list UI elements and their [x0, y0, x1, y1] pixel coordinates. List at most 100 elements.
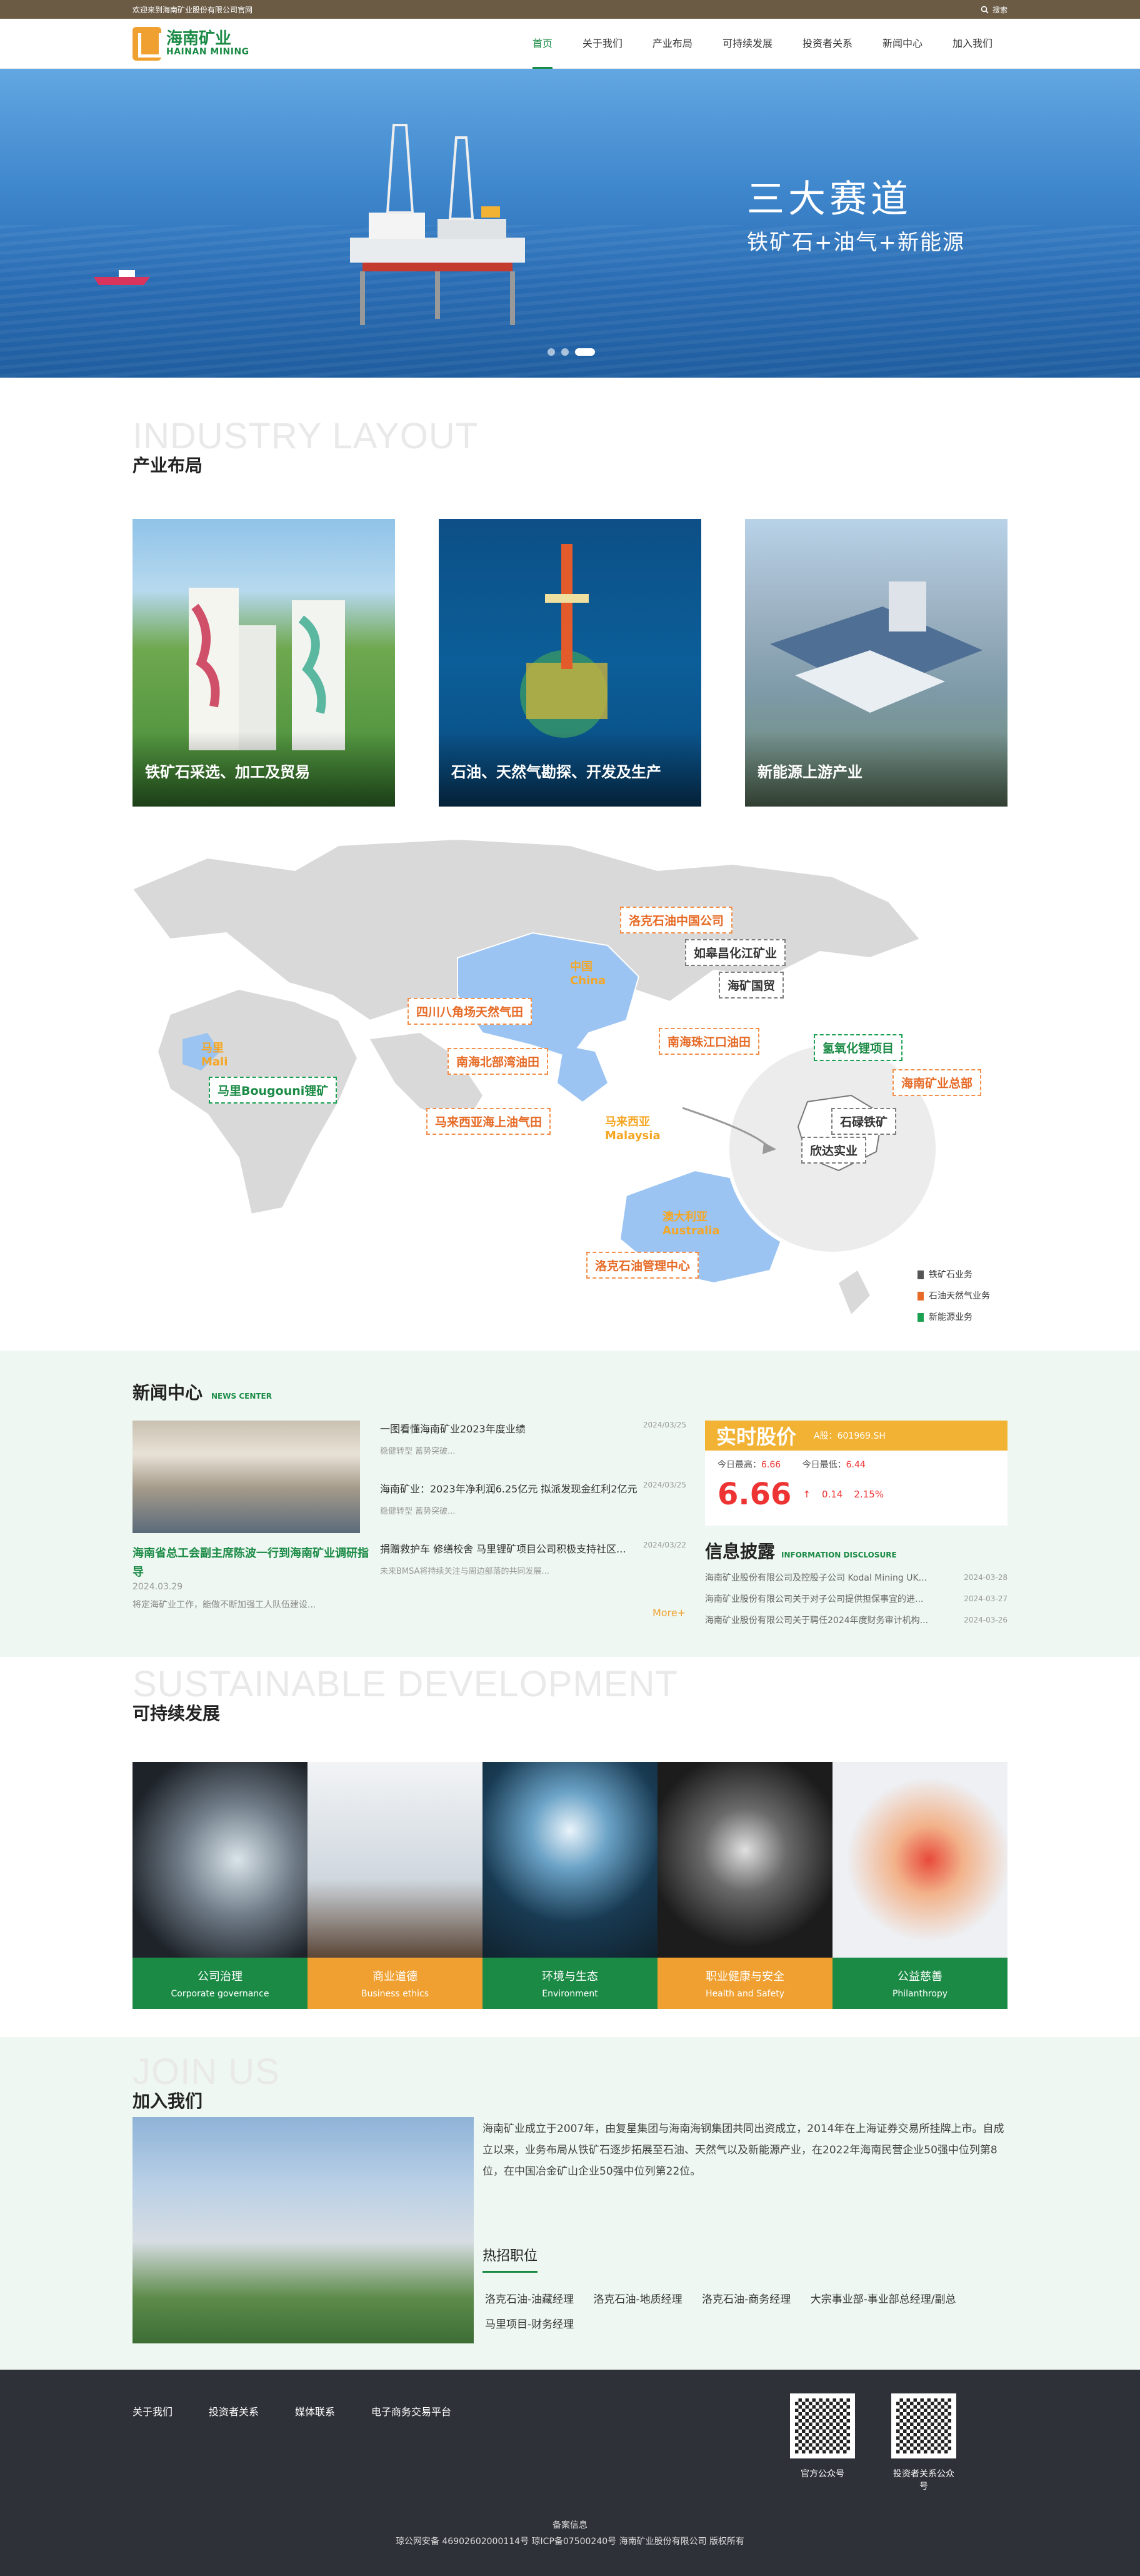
news-main-title[interactable]: 海南省总工会副主席陈波一行到海南矿业调研指导: [132, 1544, 370, 1582]
join-en-title: JOIN US: [132, 2051, 280, 2092]
news-item[interactable]: 一图看懂海南矿业2023年度业绩 2024/03/25 稳健转型 蓄势突破...: [380, 1421, 686, 1481]
nav-home[interactable]: 首页: [518, 19, 568, 69]
sustain-cards: 公司治理 Corporate governance 商业道德 Business et…: [132, 1762, 1008, 2009]
map-label-mali-mine[interactable]: 马里Bougouni锂矿: [209, 1077, 338, 1104]
qr-investor-label: 投资者关系公众号: [893, 2469, 954, 2492]
map-label-shilu[interactable]: 石碌铁矿: [831, 1108, 897, 1135]
news-item-desc: 稳健转型 蓄势突破...: [380, 1447, 456, 1456]
carousel-dot[interactable]: [548, 348, 555, 356]
map-label-luoke-china[interactable]: 洛克石油中国公司: [620, 907, 733, 933]
map-label-nanhai-beibu[interactable]: 南海北部湾油田: [448, 1048, 549, 1075]
qr-code-icon: [896, 2398, 951, 2453]
disclosure-item[interactable]: 海南矿业股份有限公司关于聘任2024年度财务审计机构... 2024-03-26: [705, 1609, 1008, 1631]
map-country-china: 中国 China: [570, 960, 606, 987]
stock-code: A股：601969.SH: [814, 1431, 886, 1441]
footer-bottom: 备案信息 琼公网安备 46902602000114号 琼ICP备07500240…: [0, 2517, 1140, 2550]
join-intro: 海南矿业成立于2007年，由复星集团与海南海钢集团共同出资成立，2014年在上海…: [482, 2123, 1004, 2178]
job-list: 洛克石油-油藏经理 洛克石油-地质经理 洛克石油-商务经理 大宗事业部-事业部总…: [485, 2287, 1010, 2337]
sustain-card-governance[interactable]: 公司治理 Corporate governance: [132, 1762, 308, 2009]
news-item-desc: 未来BMSA将持续关注与周边部落的共同发展...: [380, 1567, 549, 1576]
industry-card-oil-label: 石油、天然气勘探、开发及生产: [451, 763, 661, 781]
welcome-text: 欢迎来到海南矿业股份有限公司官网: [132, 5, 253, 14]
sustain-header: SUSTAINABLE DEVELOPMENT 可持续发展: [132, 1663, 678, 1725]
map-label-qing[interactable]: 氢氧化锂项目: [814, 1034, 903, 1061]
record-title: 备案信息: [552, 2520, 588, 2530]
nav-industry[interactable]: 产业布局: [638, 19, 708, 69]
news-item[interactable]: 海南矿业：2023年净利润6.25亿元 拟派发现金红利2亿元 2024/03/25…: [380, 1481, 686, 1541]
industry-section: INDUSTRY LAYOUT 产业布局 铁矿石采选、加工及贸易 石油、天然气勘…: [0, 378, 1140, 1347]
qr-official-label: 官方公众号: [801, 2469, 844, 2479]
office-building-image: [132, 2117, 474, 2343]
top-search[interactable]: 搜索: [981, 4, 1008, 15]
news-item[interactable]: 捐赠救护车 修缮校舍 马里锂矿项目公司积极支持社区... 2024/03/22 未…: [380, 1541, 686, 1601]
job-link[interactable]: 洛克石油-地质经理: [594, 2293, 682, 2306]
sustain-card-environment[interactable]: 环境与生态 Environment: [482, 1762, 658, 2009]
map-label-luoke-aus[interactable]: 洛克石油管理中心: [586, 1252, 699, 1279]
stock-high: 6.66: [761, 1460, 781, 1470]
sustain-card-charity[interactable]: 公益慈善 Philanthropy: [832, 1762, 1008, 2009]
news-item-desc: 稳健转型 蓄势突破...: [380, 1507, 456, 1516]
news-main-photo[interactable]: [132, 1421, 360, 1533]
nav-investor[interactable]: 投资者关系: [788, 19, 868, 69]
map-label-nanhai-zhujiang[interactable]: 南海珠江口油田: [659, 1028, 760, 1055]
nav-sustainable[interactable]: 可持续发展: [708, 19, 788, 69]
stock-change: 0.14: [822, 1489, 843, 1500]
stock-low: 6.44: [846, 1460, 866, 1470]
disclosure-title-en: INFORMATION DISCLOSURE: [781, 1551, 897, 1559]
banner-title: 三大赛道: [747, 178, 912, 221]
hero-banner[interactable]: 三大赛道 铁矿石+油气+新能源: [0, 69, 1140, 378]
map-label-haikuang[interactable]: 海矿国贸: [719, 972, 784, 999]
industry-card-iron[interactable]: 铁矿石采选、加工及贸易: [132, 519, 395, 807]
news-title: 新闻中心: [132, 1382, 203, 1403]
boat-image: [94, 270, 150, 285]
news-more-link[interactable]: More+: [652, 1607, 686, 1619]
news-item-date: 2024/03/22: [642, 1541, 686, 1549]
map-label-sichuan[interactable]: 四川八角场天然气田: [408, 998, 532, 1025]
nav-about[interactable]: 关于我们: [568, 19, 638, 69]
legend-oil: 石油天然气业务: [918, 1285, 990, 1307]
search-label: 搜索: [992, 5, 1008, 14]
sustain-card-ethics[interactable]: 商业道德 Business ethics: [308, 1762, 482, 2009]
disclosure-title: 信息披露: [705, 1541, 776, 1562]
map-label-malaysia-oil[interactable]: 马来西亚海上油气田: [426, 1108, 551, 1135]
job-link[interactable]: 马里项目-财务经理: [485, 2318, 574, 2331]
map-label-hq[interactable]: 海南矿业总部: [892, 1069, 982, 1096]
industry-card-energy[interactable]: 新能源上游产业: [745, 519, 1008, 807]
site-header: 海南矿业 HAINAN MINING 首页 关于我们 产业布局 可持续发展 投资…: [0, 19, 1140, 69]
industry-card-iron-label: 铁矿石采选、加工及贸易: [145, 763, 310, 781]
stock-range: 今日最高：6.66 今日最低：6.44: [718, 1460, 866, 1470]
legend-iron: 铁矿石业务: [918, 1264, 990, 1285]
map-country-malaysia: 马来西亚 Malaysia: [605, 1115, 661, 1142]
governance-image: [132, 1762, 308, 1958]
footer-link-ecommerce[interactable]: 电子商务交易平台: [371, 2403, 451, 2418]
stock-price: 6.66: [718, 1477, 792, 1512]
sustain-card-safety[interactable]: 职业健康与安全 Health and Safety: [658, 1762, 832, 2009]
qr-official: 官方公众号: [790, 2393, 855, 2480]
news-item-title: 海南矿业：2023年净利润6.25亿元 拟派发现金红利2亿元: [380, 1483, 638, 1495]
oil-rig-image: [350, 124, 525, 325]
map-label-rugao[interactable]: 如皋昌化江矿业: [685, 939, 786, 966]
nav-join[interactable]: 加入我们: [938, 19, 1008, 69]
footer-link-about[interactable]: 关于我们: [132, 2403, 172, 2418]
disclosure-item[interactable]: 海南矿业股份有限公司及控股子公司 Kodal Mining UK... 2024-…: [705, 1567, 1008, 1588]
top-strip: 欢迎来到海南矿业股份有限公司官网 搜索: [0, 0, 1140, 19]
nav-news[interactable]: 新闻中心: [868, 19, 938, 69]
news-item-date: 2024/03/25: [642, 1481, 686, 1489]
industry-card-oil[interactable]: 石油、天然气勘探、开发及生产: [439, 519, 701, 807]
job-link[interactable]: 洛克石油-油藏经理: [485, 2293, 574, 2306]
stock-pct: 2.15%: [854, 1489, 884, 1500]
news-title-en: NEWS CENTER: [211, 1392, 272, 1401]
disclosure-list: 海南矿业股份有限公司及控股子公司 Kodal Mining UK... 2024-…: [705, 1567, 1008, 1631]
disclosure-item[interactable]: 海南矿业股份有限公司关于对子公司提供担保事宜的进... 2024-03-27: [705, 1588, 1008, 1609]
carousel-dot-active[interactable]: [575, 348, 595, 356]
logo[interactable]: 海南矿业 HAINAN MINING: [132, 27, 249, 61]
job-link[interactable]: 洛克石油-商务经理: [702, 2293, 791, 2306]
map-label-xinda[interactable]: 欣达实业: [801, 1137, 867, 1164]
footer-link-investor[interactable]: 投资者关系: [209, 2403, 259, 2418]
news-main-desc: 将定海矿业工作，能做不断加强工人队伍建设...: [132, 1600, 316, 1610]
job-link[interactable]: 大宗事业部-事业部总经理/副总: [811, 2293, 956, 2306]
qr-code-icon: [795, 2398, 850, 2453]
carousel-dot[interactable]: [561, 348, 569, 356]
banner-subtitle: 铁矿石+油气+新能源: [747, 230, 965, 255]
footer-link-media[interactable]: 媒体联系: [295, 2403, 335, 2418]
